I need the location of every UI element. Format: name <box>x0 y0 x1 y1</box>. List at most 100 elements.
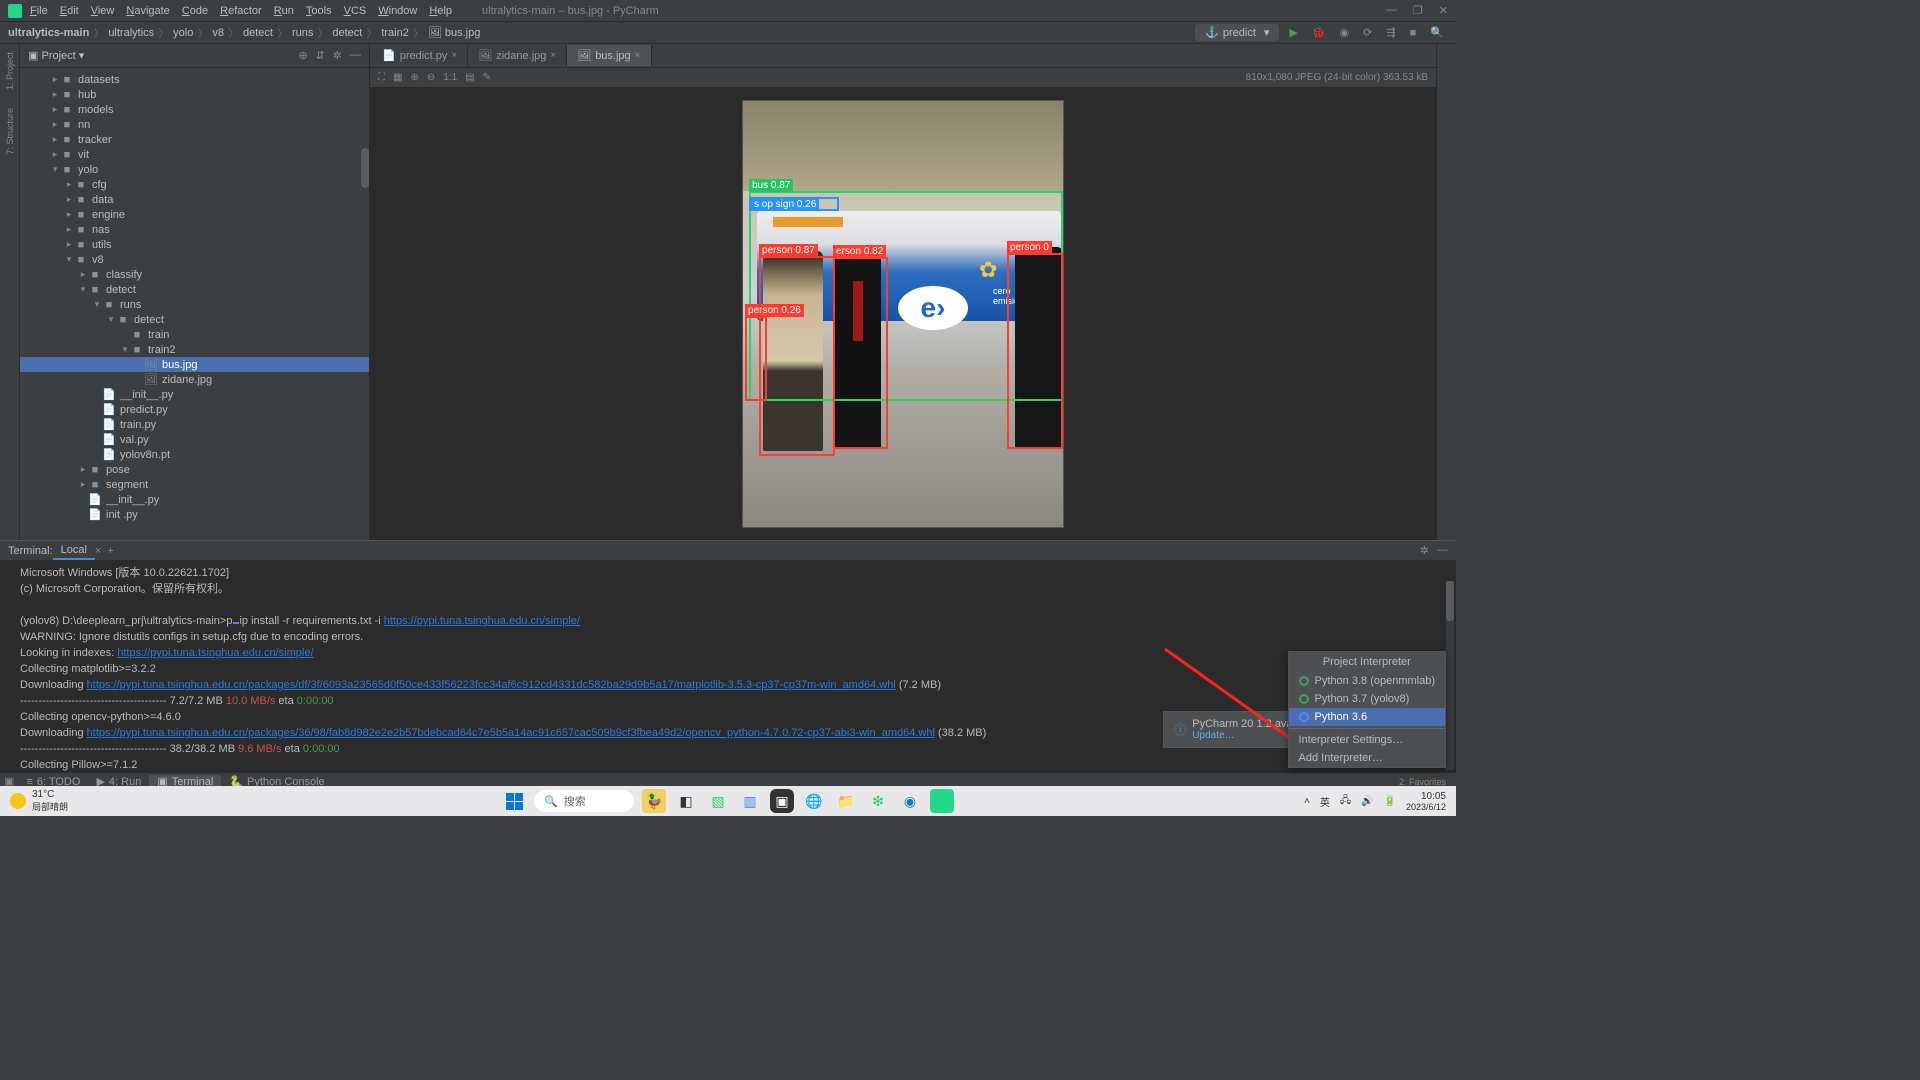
tree-arrow-icon[interactable]: ▾ <box>120 344 130 355</box>
tree-item[interactable]: ▸■vit <box>20 147 369 162</box>
tree-arrow-icon[interactable]: ▸ <box>78 464 88 475</box>
interpreter-option[interactable]: Python 3.7 (yolov8) <box>1289 690 1445 708</box>
run-config-dropdown[interactable]: ⚓ predict ▾ <box>1195 24 1279 41</box>
crumb[interactable]: runs <box>292 27 313 39</box>
taskbar-app-icon[interactable]: ▣ <box>770 789 794 813</box>
crumb[interactable]: ultralytics-main <box>8 27 89 39</box>
terminal-hide-icon[interactable]: — <box>1437 544 1448 557</box>
tree-item[interactable]: ▾■v8 <box>20 252 369 267</box>
menu-help[interactable]: Help <box>429 5 452 17</box>
tree-item[interactable]: ▸■tracker <box>20 132 369 147</box>
locate-icon[interactable]: ⊕ <box>298 49 307 62</box>
hide-icon[interactable]: — <box>350 49 361 62</box>
debug-button[interactable]: 🐞 <box>1312 26 1326 39</box>
start-button[interactable] <box>502 789 526 813</box>
project-tree[interactable]: ▸■datasets▸■hub▸■models▸■nn▸■tracker▸■vi… <box>20 68 369 540</box>
terminal-tab-local[interactable]: Local <box>53 542 95 560</box>
tree-item[interactable]: 📄yolov8n.pt <box>20 447 369 462</box>
tree-arrow-icon[interactable]: ▸ <box>64 194 74 205</box>
tree-arrow-icon[interactable]: ▾ <box>50 164 60 175</box>
project-view-selector[interactable]: ▣ Project ▾ <box>28 49 84 62</box>
menu-navigate[interactable]: Navigate <box>126 5 169 17</box>
crumb[interactable]: train2 <box>381 27 409 39</box>
update-notification[interactable]: ⓘ PyCharm 20 1.2 avai Update… <box>1163 711 1306 748</box>
clock[interactable]: 10:052023/6/12 <box>1406 791 1446 812</box>
tree-item[interactable]: 🖼bus.jpg <box>20 357 369 372</box>
tree-item[interactable]: 🖼zidane.jpg <box>20 372 369 387</box>
menu-refactor[interactable]: Refactor <box>220 5 262 17</box>
tree-item[interactable]: ▸■datasets <box>20 72 369 87</box>
terminal-link[interactable]: https://pypi.tuna.tsinghua.edu.cn/simple… <box>384 615 580 627</box>
tree-arrow-icon[interactable]: ▸ <box>50 149 60 160</box>
tree-arrow-icon[interactable]: ▾ <box>78 284 88 295</box>
terminal-link[interactable]: https://pypi.tuna.tsinghua.edu.cn/packag… <box>87 727 935 739</box>
menu-tools[interactable]: Tools <box>306 5 332 17</box>
tree-item[interactable]: ▾■train2 <box>20 342 369 357</box>
close-icon[interactable]: × <box>550 50 556 61</box>
editor-tab-predict[interactable]: 📄 predict.py × <box>372 45 468 66</box>
menu-file[interactable]: File <box>30 5 48 17</box>
tree-arrow-icon[interactable]: ▾ <box>92 299 102 310</box>
crumb[interactable]: detect <box>332 27 362 39</box>
tree-item[interactable]: ▸■classify <box>20 267 369 282</box>
volume-icon[interactable]: 🔊 <box>1361 796 1373 807</box>
tree-arrow-icon[interactable]: ▸ <box>78 269 88 280</box>
taskbar-app-icon[interactable]: ◧ <box>674 789 698 813</box>
menu-vcs[interactable]: VCS <box>344 5 367 17</box>
menu-window[interactable]: Window <box>378 5 417 17</box>
crumb[interactable]: detect <box>243 27 273 39</box>
stop-button[interactable]: ■ <box>1410 27 1417 39</box>
taskbar-app-icon[interactable]: ❇ <box>866 789 890 813</box>
tree-item[interactable]: ▸■cfg <box>20 177 369 192</box>
taskbar-weather[interactable]: 31°C局部晴朗 <box>10 789 68 813</box>
settings-icon[interactable]: ✲ <box>333 49 342 62</box>
tree-arrow-icon[interactable]: ▸ <box>50 74 60 85</box>
tree-item[interactable]: ▸■utils <box>20 237 369 252</box>
tree-item[interactable]: ■train <box>20 327 369 342</box>
tab-structure[interactable]: 7: Structure <box>3 104 17 159</box>
terminal-scrollbar[interactable] <box>1446 581 1454 770</box>
interpreter-settings[interactable]: Interpreter Settings… <box>1289 731 1445 749</box>
tree-arrow-icon[interactable]: ▸ <box>78 479 88 490</box>
tree-item[interactable]: 📄train.py <box>20 417 369 432</box>
taskbar-app-icon[interactable]: 🦆 <box>642 789 666 813</box>
collapse-icon[interactable]: ⇵ <box>316 49 325 62</box>
crumb[interactable]: 🖼 bus.jpg <box>428 26 485 39</box>
close-icon[interactable]: × <box>451 50 457 61</box>
tree-item[interactable]: ▸■nas <box>20 222 369 237</box>
ime-indicator[interactable]: 英 <box>1320 794 1330 809</box>
taskbar-app-icon[interactable]: ▥ <box>738 789 762 813</box>
zoom-out-icon[interactable]: ⊖ <box>427 72 435 83</box>
interpreter-option[interactable]: Python 3.6 <box>1289 708 1445 726</box>
tree-item[interactable]: ▸■nn <box>20 117 369 132</box>
tree-item[interactable]: ▸■models <box>20 102 369 117</box>
tree-arrow-icon[interactable]: ▸ <box>50 89 60 100</box>
editor-tab-bus[interactable]: 🖼 bus.jpg × <box>567 45 651 66</box>
tree-item[interactable]: ▸■pose <box>20 462 369 477</box>
coverage-button[interactable]: ◉ <box>1340 26 1350 39</box>
tree-scrollbar[interactable] <box>361 148 369 188</box>
tree-item[interactable]: ▾■yolo <box>20 162 369 177</box>
add-interpreter[interactable]: Add Interpreter… <box>1289 749 1445 767</box>
tree-arrow-icon[interactable]: ▾ <box>64 254 74 265</box>
tree-item[interactable]: 📄init .py <box>20 507 369 522</box>
color-picker-icon[interactable]: ✎ <box>483 72 491 83</box>
taskbar-app-icon[interactable]: ▧ <box>706 789 730 813</box>
network-icon[interactable]: 🖧 <box>1340 793 1351 810</box>
close-button[interactable]: ✕ <box>1439 4 1448 17</box>
tree-item[interactable]: 📄val.py <box>20 432 369 447</box>
update-link[interactable]: Update… <box>1192 730 1295 741</box>
profile-button[interactable]: ⟳ <box>1363 26 1372 39</box>
tree-arrow-icon[interactable]: ▸ <box>50 119 60 130</box>
terminal-add-tab[interactable]: + <box>101 543 119 559</box>
terminal-link[interactable]: https://pypi.tuna.tsinghua.edu.cn/packag… <box>87 679 896 691</box>
crumb[interactable]: ultralytics <box>108 27 154 39</box>
background-icon[interactable]: ▤ <box>465 72 474 83</box>
crumb[interactable]: yolo <box>173 27 193 39</box>
menu-view[interactable]: View <box>91 5 115 17</box>
terminal-link[interactable]: https://pypi.tuna.tsinghua.edu.cn/simple… <box>117 647 313 659</box>
tree-arrow-icon[interactable]: ▸ <box>50 104 60 115</box>
tree-item[interactable]: ▾■runs <box>20 297 369 312</box>
grid-icon[interactable]: ▦ <box>393 72 402 83</box>
taskbar-pycharm-icon[interactable] <box>930 789 954 813</box>
